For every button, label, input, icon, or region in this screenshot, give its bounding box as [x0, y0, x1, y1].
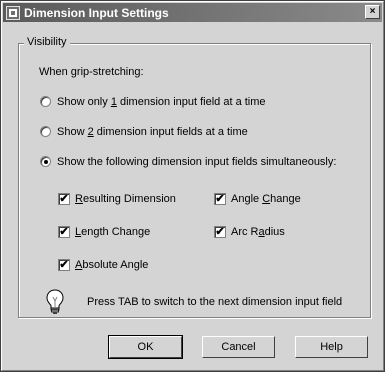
title-bar[interactable]: Dimension Input Settings × — [3, 3, 382, 22]
checkbox-absolute-angle-label[interactable]: Absolute Angle — [75, 259, 148, 271]
radio-show-two-fields-label[interactable]: Show 2 dimension input fields at a time — [57, 126, 248, 138]
checkbox-resulting-dimension-label[interactable]: Resulting Dimension — [75, 193, 176, 205]
checkbox-resulting-dimension[interactable]: ✔ — [58, 193, 70, 205]
checkbox-angle-change-label[interactable]: Angle Change — [231, 193, 301, 205]
help-button[interactable]: Help — [295, 336, 368, 358]
grip-stretching-label: When grip-stretching: — [39, 66, 144, 78]
tip-text: Press TAB to switch to the next dimensio… — [87, 296, 343, 308]
cancel-button[interactable]: Cancel — [202, 336, 275, 358]
window-title: Dimension Input Settings — [24, 5, 169, 20]
checkbox-arc-radius-label[interactable]: Arc Radius — [231, 226, 285, 238]
checkbox-arc-radius[interactable]: ✔ — [214, 226, 226, 238]
visibility-group-label: Visibility — [24, 36, 70, 48]
checkbox-angle-change[interactable]: ✔ — [214, 193, 226, 205]
lightbulb-icon — [46, 289, 64, 314]
visibility-group — [18, 43, 371, 318]
checkbox-absolute-angle[interactable]: ✔ — [58, 259, 70, 271]
ok-button[interactable]: OK — [108, 335, 183, 359]
radio-show-one-field-label[interactable]: Show only 1 dimension input field at a t… — [57, 96, 266, 108]
dimension-app-icon — [6, 5, 20, 20]
radio-show-two-fields[interactable] — [40, 126, 51, 137]
close-button[interactable]: × — [365, 5, 380, 19]
checkbox-length-change[interactable]: ✔ — [58, 226, 70, 238]
dimension-input-settings-dialog: Dimension Input Settings × Visibility Wh… — [0, 0, 385, 372]
radio-show-one-field[interactable] — [40, 96, 51, 107]
checkbox-length-change-label[interactable]: Length Change — [75, 226, 150, 238]
radio-show-following-fields-label[interactable]: Show the following dimension input field… — [57, 156, 336, 168]
radio-show-following-fields[interactable] — [40, 156, 51, 167]
